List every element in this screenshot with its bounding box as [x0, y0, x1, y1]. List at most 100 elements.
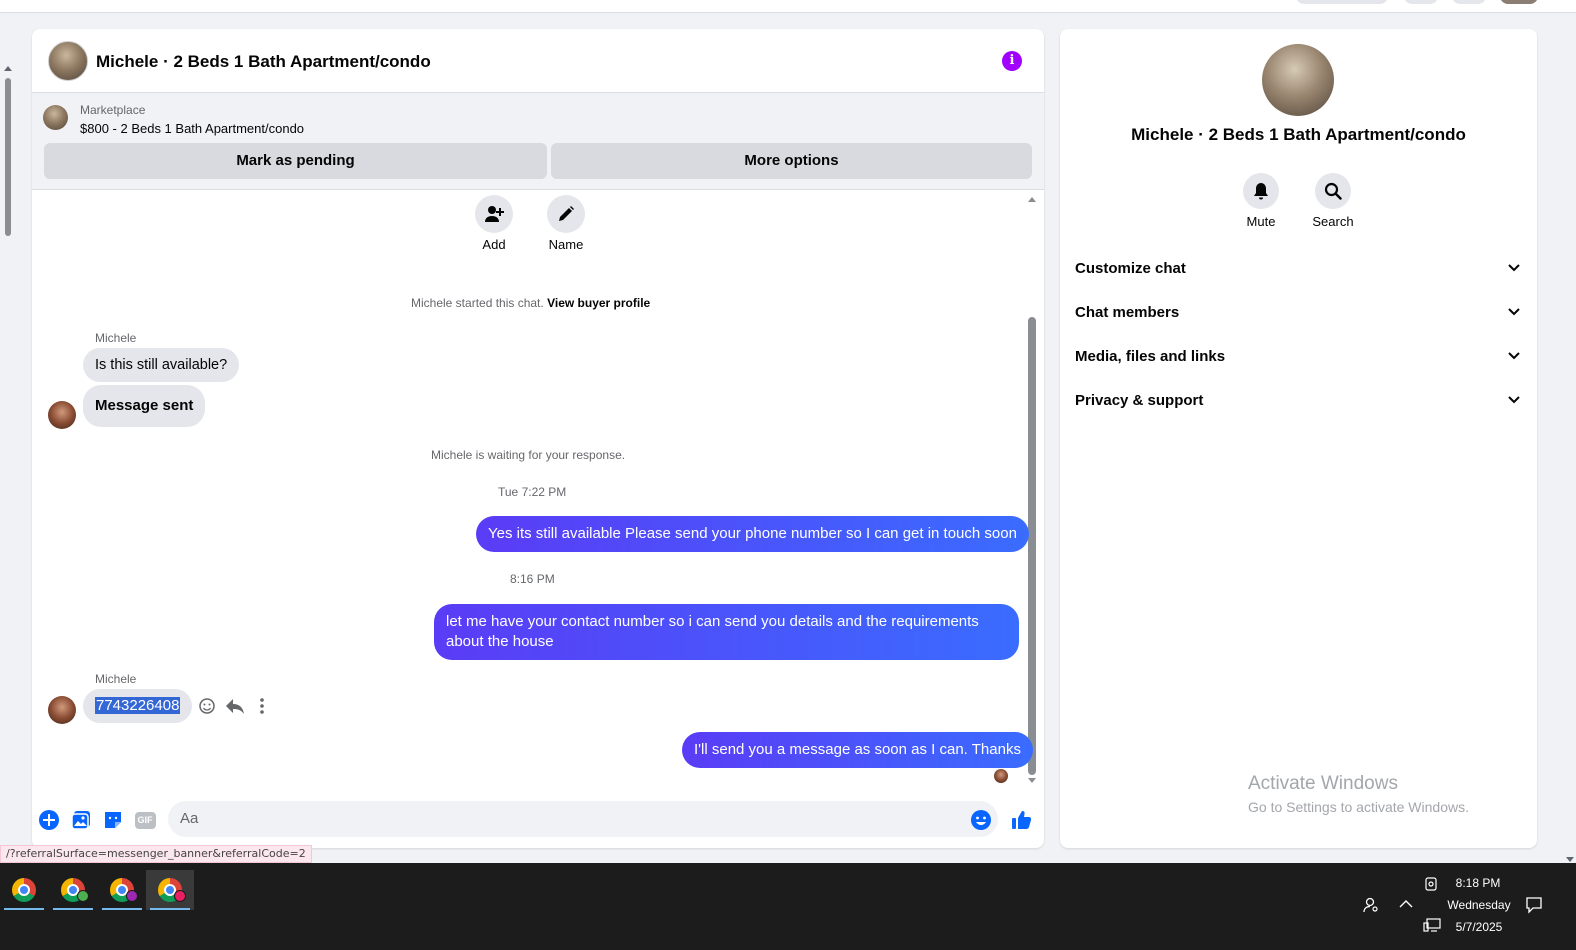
privacy-support-row[interactable]: Privacy & support: [1075, 383, 1522, 419]
right-scrollbar[interactable]: [1564, 0, 1576, 862]
chevron-down-icon: [1508, 352, 1520, 360]
outgoing-message[interactable]: I'll send you a message as soon as I can…: [682, 732, 1033, 768]
conversation-info-panel: Michele · 2 Beds 1 Bath Apartment/condo …: [1060, 29, 1537, 848]
scrollbar-thumb[interactable]: [5, 78, 11, 236]
chat-started-text: Michele started this chat.: [411, 296, 544, 310]
view-buyer-profile-link[interactable]: View buyer profile: [547, 296, 650, 310]
listing-avatar[interactable]: [48, 41, 88, 81]
profile-avatar[interactable]: [1500, 0, 1538, 4]
incoming-message[interactable]: Message sent: [83, 385, 206, 427]
chevron-down-icon: [1508, 264, 1520, 272]
phone-number-text[interactable]: 7743226408: [95, 697, 181, 714]
chevron-down-icon: [1508, 396, 1520, 404]
clock-day[interactable]: Wednesday: [1440, 898, 1518, 912]
search-icon: [1324, 182, 1342, 200]
listing-thumbnail[interactable]: [43, 105, 68, 130]
chrome-icon: [12, 878, 36, 902]
name-label: Name: [548, 237, 584, 252]
scroll-up-arrow-icon[interactable]: [1028, 197, 1036, 202]
conversation-avatar[interactable]: [1262, 44, 1334, 116]
composer: GIF Aa: [32, 799, 1044, 843]
add-label: Add: [482, 237, 506, 252]
bell-icon: [1254, 183, 1268, 200]
mute-button[interactable]: [1243, 173, 1279, 209]
info-icon[interactable]: i: [1002, 51, 1022, 71]
message-list: Add Name Michele started this chat. View…: [32, 191, 1044, 791]
mark-as-pending-button[interactable]: Mark as pending: [44, 143, 547, 179]
search-button[interactable]: [1315, 173, 1351, 209]
scroll-down-arrow-icon[interactable]: [1566, 857, 1574, 862]
chevron-down-icon: [1508, 308, 1520, 316]
clock-time[interactable]: 8:18 PM: [1448, 876, 1508, 890]
activate-title: Activate Windows: [1248, 773, 1398, 794]
activate-windows-watermark: Activate Windows Go to Settings to activ…: [1248, 773, 1469, 815]
thumbs-up-icon: [1012, 811, 1032, 829]
activate-subtitle: Go to Settings to activate Windows.: [1248, 799, 1469, 815]
chrome-profile-taskbar-app[interactable]: [49, 870, 97, 910]
scroll-up-arrow-icon[interactable]: [4, 66, 12, 71]
incoming-message[interactable]: Is this still available?: [83, 348, 240, 382]
outgoing-message[interactable]: let me have your contact number so i can…: [434, 604, 1019, 660]
row-label: Chat members: [1075, 304, 1180, 321]
add-person-icon: [485, 206, 504, 222]
like-button[interactable]: [1010, 809, 1032, 831]
people-icon[interactable]: [1362, 896, 1380, 914]
chrome-taskbar-app[interactable]: [0, 870, 48, 910]
message-input[interactable]: Aa: [168, 801, 998, 837]
network-icon[interactable]: [1423, 918, 1441, 932]
timestamp: Tue 7:22 PM: [498, 485, 567, 499]
add-person-button[interactable]: [475, 195, 513, 233]
row-label: Customize chat: [1075, 260, 1186, 277]
chat-members-row[interactable]: Chat members: [1075, 295, 1522, 331]
chat-title[interactable]: Michele · 2 Beds 1 Bath Apartment/condo: [96, 52, 431, 72]
pencil-icon: [559, 206, 574, 221]
nav-button[interactable]: [1296, 0, 1388, 4]
mute-label: Mute: [1246, 214, 1276, 229]
outgoing-message[interactable]: Yes its still available Please send your…: [476, 516, 1029, 552]
listing-price-title[interactable]: $800 - 2 Beds 1 Bath Apartment/condo: [80, 121, 304, 136]
customize-chat-row[interactable]: Customize chat: [1075, 251, 1522, 287]
meet-now-icon[interactable]: [1424, 876, 1438, 892]
windows-taskbar: 8:18 PM Wednesday 5/7/2025: [0, 863, 1576, 950]
scrollbar-thumb[interactable]: [1028, 317, 1036, 775]
sender-avatar[interactable]: [48, 696, 76, 724]
gif-button[interactable]: GIF: [134, 809, 156, 831]
sticker-icon: [105, 812, 121, 828]
conversation-name: Michele · 2 Beds 1 Bath Apartment/condo: [1131, 125, 1466, 144]
chrome-profile-taskbar-app[interactable]: [98, 870, 146, 910]
profile-badge-icon: [174, 890, 186, 902]
chevron-up-icon[interactable]: [1398, 898, 1414, 910]
nav-icon-button[interactable]: [1404, 0, 1438, 4]
plus-circle-icon: [39, 810, 59, 830]
scroll-down-arrow-icon[interactable]: [1028, 778, 1036, 783]
open-more-actions-button[interactable]: [38, 809, 60, 831]
timestamp: 8:16 PM: [510, 572, 555, 586]
sender-avatar[interactable]: [48, 401, 76, 429]
top-navbar-strip: [0, 0, 1576, 13]
reply-icon[interactable]: [225, 697, 245, 715]
attach-photo-button[interactable]: [70, 809, 92, 831]
sender-name: Michele: [95, 672, 137, 686]
notification-center-icon[interactable]: [1525, 896, 1543, 914]
gif-label: GIF: [137, 814, 153, 825]
chat-panel: Michele · 2 Beds 1 Bath Apartment/condo …: [32, 29, 1044, 848]
message-scrollbar[interactable]: [1026, 195, 1038, 785]
chat-header: Michele · 2 Beds 1 Bath Apartment/condo …: [32, 29, 1044, 93]
nav-icon-button[interactable]: [1452, 0, 1486, 4]
media-files-links-row[interactable]: Media, files and links: [1075, 339, 1522, 375]
page-scrollbar[interactable]: [0, 60, 16, 850]
incoming-message[interactable]: 7743226408: [83, 689, 193, 723]
more-options-button[interactable]: More options: [551, 143, 1032, 179]
more-vertical-icon[interactable]: [257, 697, 267, 715]
row-label: Privacy & support: [1075, 392, 1204, 409]
profile-badge-icon: [77, 890, 89, 902]
sticker-button[interactable]: [102, 809, 124, 831]
react-emoji-icon[interactable]: [198, 697, 216, 715]
link-status-url: /?referralSurface=messenger_banner&refer…: [0, 845, 312, 863]
emoji-icon: [971, 810, 991, 830]
emoji-button[interactable]: [970, 809, 992, 831]
name-button[interactable]: [547, 195, 585, 233]
chrome-profile-taskbar-app-active[interactable]: [146, 870, 194, 910]
clock-date[interactable]: 5/7/2025: [1448, 920, 1510, 934]
seen-receipt-avatar: [994, 769, 1008, 783]
